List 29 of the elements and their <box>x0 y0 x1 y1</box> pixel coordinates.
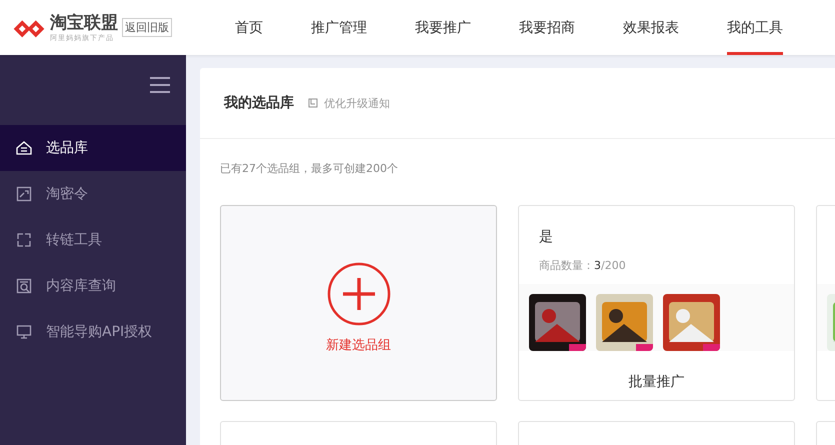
sidebar-item[interactable]: 内容库查询 <box>0 263 186 309</box>
document-icon <box>308 98 318 108</box>
monitor-icon <box>16 324 32 340</box>
sidebar-item[interactable]: 淘密令 <box>0 171 186 217</box>
nav-tab[interactable]: 我要推广 <box>415 0 471 55</box>
summary-text: 已有27个选品组，最多可创建200个 <box>219 161 399 177</box>
group-name: 是 <box>539 228 554 246</box>
batch-promote-button[interactable]: 批量推广 <box>628 373 684 391</box>
nav-tab[interactable]: 我要招商 <box>519 0 575 55</box>
link-icon <box>16 232 32 248</box>
sidebar-item[interactable]: 选品库 <box>0 125 186 171</box>
new-group-label: 新建选品组 <box>326 337 391 354</box>
nav-tab[interactable]: 效果报表 <box>623 0 679 55</box>
new-group-card[interactable]: 新建选品组 <box>220 205 497 401</box>
chart-icon <box>16 186 32 202</box>
plus-icon <box>326 262 390 326</box>
nav-tab[interactable]: 我的工具 <box>727 0 783 55</box>
page-title: 我的选品库 <box>224 94 294 112</box>
group-card[interactable]: 是 商品数量：3/200 批量推广 <box>518 205 795 401</box>
sidebar-item[interactable]: 智能导购API授权 <box>0 309 186 355</box>
logo-text: 淘宝联盟 <box>50 12 118 32</box>
nav-tab[interactable]: 推广管理 <box>311 0 367 55</box>
item-count: 商品数量：3/200 <box>539 258 627 273</box>
sidebar-item[interactable]: 转链工具 <box>0 217 186 263</box>
menu-icon[interactable] <box>150 77 170 93</box>
home-icon <box>16 140 32 156</box>
search-icon <box>16 278 32 294</box>
nav-tab[interactable]: 首页 <box>235 0 263 55</box>
old-version-link[interactable]: 返回旧版 <box>122 18 172 37</box>
